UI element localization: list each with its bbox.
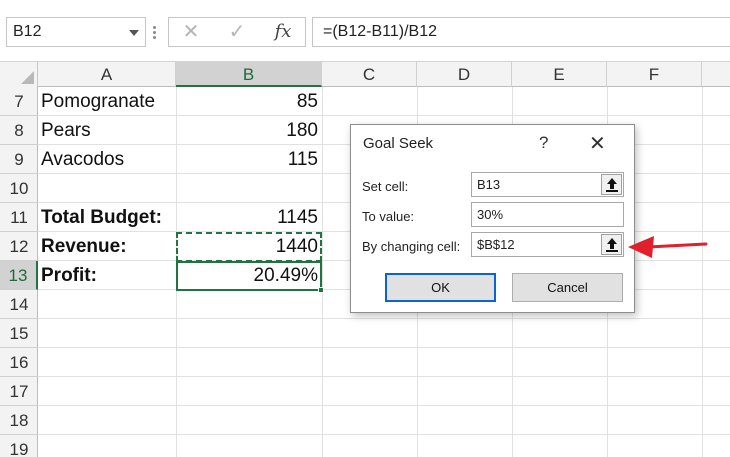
row-header[interactable]: 17 <box>0 377 38 406</box>
row-header[interactable]: 18 <box>0 406 38 435</box>
row-header[interactable]: 15 <box>0 319 38 348</box>
fill-handle[interactable] <box>318 287 324 293</box>
changing-cell-input[interactable]: $B$12 <box>471 232 624 257</box>
to-value-label: To value: <box>362 209 415 224</box>
row-header[interactable]: 9 <box>0 145 38 174</box>
row-header[interactable]: 14 <box>0 290 38 319</box>
row-header[interactable]: 7 <box>0 87 38 116</box>
copy-marquee <box>176 232 322 262</box>
changing-cell-label: By changing cell: <box>362 239 461 254</box>
select-all-icon <box>21 71 34 84</box>
row-header[interactable]: 11 <box>0 203 38 232</box>
column-header-b[interactable]: B <box>176 62 322 87</box>
chevron-down-icon[interactable] <box>129 30 139 36</box>
collapse-dialog-button[interactable] <box>601 174 622 195</box>
cancel-icon[interactable]: ✕ <box>173 20 209 44</box>
column-header-c[interactable]: C <box>322 62 417 87</box>
cell-a9[interactable]: Avacodos <box>41 145 175 174</box>
to-value-input[interactable]: 30% <box>471 202 624 227</box>
cell-b8[interactable]: 180 <box>176 116 322 145</box>
help-icon[interactable]: ? <box>539 133 548 153</box>
changing-cell-value: $B$12 <box>477 237 515 252</box>
to-value-value: 30% <box>477 207 504 222</box>
set-cell-label: Set cell: <box>362 179 409 194</box>
row-header-active[interactable]: 13 <box>0 261 38 290</box>
excel-window: B12 ✕ ✓ fx =(B12-B11)/B12 A B C D E F 7 … <box>0 0 730 457</box>
row-header[interactable]: 12 <box>0 232 38 261</box>
formula-input[interactable]: =(B12-B11)/B12 <box>312 17 730 47</box>
cell-a8[interactable]: Pears <box>41 116 175 145</box>
name-box[interactable]: B12 <box>6 17 146 47</box>
collapse-dialog-button[interactable] <box>601 234 622 255</box>
row-header[interactable]: 8 <box>0 116 38 145</box>
cancel-button[interactable]: Cancel <box>512 273 623 302</box>
name-box-value: B12 <box>13 23 42 40</box>
formula-buttons: ✕ ✓ fx <box>168 17 306 47</box>
select-all-button[interactable] <box>0 62 38 87</box>
close-icon[interactable]: ✕ <box>589 131 606 156</box>
dialog-title: Goal Seek <box>363 135 434 152</box>
cell-a11[interactable]: Total Budget: <box>41 203 175 232</box>
formula-bar: B12 ✕ ✓ fx =(B12-B11)/B12 <box>0 0 730 62</box>
cell-b11[interactable]: 1145 <box>176 203 322 232</box>
column-header-e[interactable]: E <box>512 62 607 87</box>
cell-b9[interactable]: 115 <box>176 145 322 174</box>
column-header-d[interactable]: D <box>417 62 512 87</box>
insert-function-icon[interactable]: fx <box>265 20 301 44</box>
row-headers: 7 8 9 10 11 12 13 14 15 16 17 18 19 <box>0 87 38 457</box>
cell-a7[interactable]: Pomogranate <box>41 87 175 116</box>
active-cell-selection <box>176 261 324 293</box>
row-header[interactable]: 16 <box>0 348 38 377</box>
set-cell-value: B13 <box>477 177 501 192</box>
column-header-a[interactable]: A <box>38 62 176 87</box>
drag-handle-icon[interactable] <box>150 18 158 46</box>
row-header[interactable]: 10 <box>0 174 38 203</box>
cell-a12[interactable]: Revenue: <box>41 232 175 261</box>
goal-seek-dialog: Goal Seek ? ✕ Set cell: B13 To value: 30… <box>350 124 635 313</box>
column-headers: A B C D E F <box>0 62 730 87</box>
row-header[interactable]: 19 <box>0 435 38 457</box>
formula-text: =(B12-B11)/B12 <box>323 23 437 40</box>
check-icon[interactable]: ✓ <box>219 20 255 44</box>
column-header-f[interactable]: F <box>607 62 702 87</box>
red-arrow-icon <box>628 236 708 258</box>
set-cell-input[interactable]: B13 <box>471 172 624 197</box>
cell-a13[interactable]: Profit: <box>41 261 175 290</box>
cell-b7[interactable]: 85 <box>176 87 322 116</box>
ok-button[interactable]: OK <box>385 273 496 302</box>
